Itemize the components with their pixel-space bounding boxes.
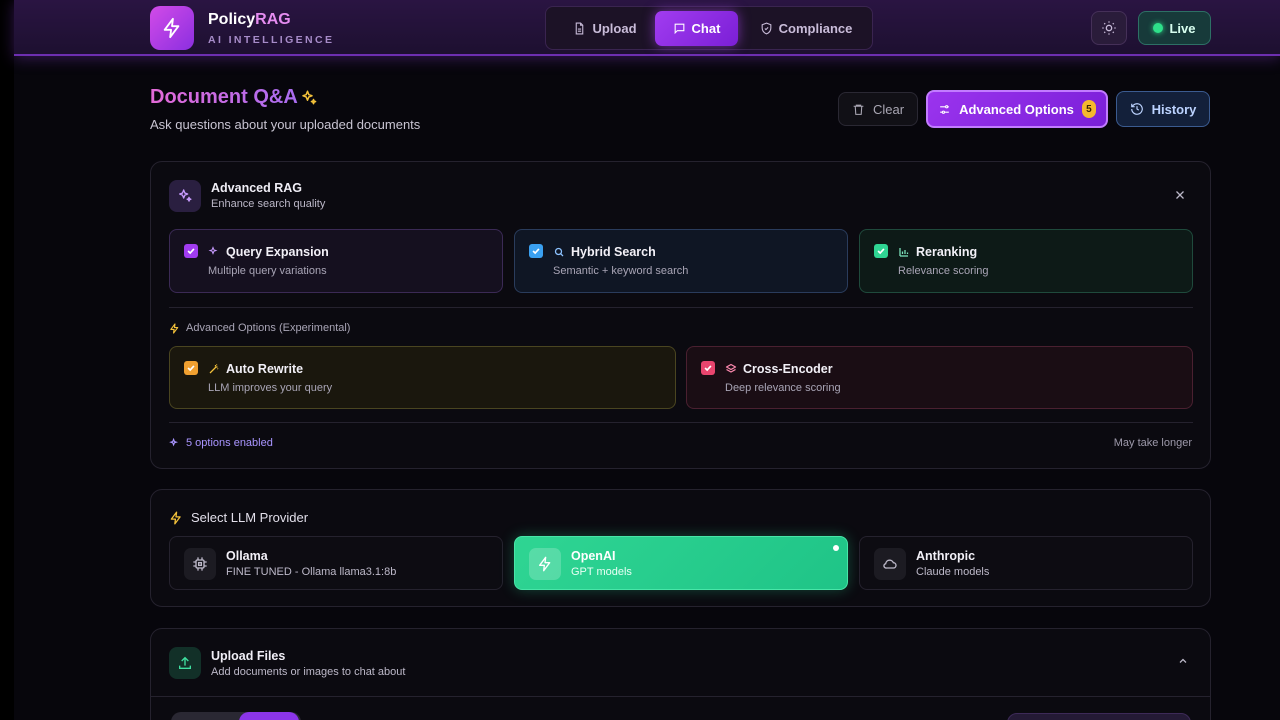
live-dot-icon (1153, 23, 1164, 33)
check-icon (704, 365, 712, 372)
theme-toggle-button[interactable] (1091, 11, 1127, 45)
brand-tagline: AI INTELLIGENCE (208, 34, 335, 46)
provider-name: OpenAI (571, 549, 616, 563)
top-header: PolicyRAG AI INTELLIGENCE Upload Chat Co… (14, 0, 1280, 56)
sparkles-icon (179, 189, 192, 202)
selected-dot-icon (833, 545, 839, 551)
upload-title: Upload Files (211, 649, 286, 663)
provider-desc: FINE TUNED - Ollama llama3.1:8b (226, 566, 397, 578)
tab-upload[interactable]: Upload (556, 11, 654, 46)
option-title: Reranking (916, 245, 978, 259)
llm-title: Select LLM Provider (169, 510, 308, 525)
divider (151, 696, 1210, 697)
main-nav: Upload Chat Compliance (545, 6, 873, 50)
clear-button[interactable]: Clear (838, 92, 918, 126)
layers-icon (725, 363, 737, 373)
bar-chart-icon (899, 248, 909, 257)
bolt-icon (163, 17, 180, 39)
divider (169, 422, 1193, 423)
bolt-icon (170, 322, 179, 334)
option-desc: Relevance scoring (898, 265, 989, 277)
provider-name: Ollama (226, 549, 268, 563)
advanced-options-button[interactable]: Advanced Options 5 (926, 90, 1108, 128)
mode-toggle-active (239, 712, 299, 720)
page-subtitle: Ask questions about your uploaded docume… (150, 117, 421, 132)
upload-subtitle: Add documents or images to chat about (211, 666, 406, 678)
close-panel-button[interactable] (1171, 186, 1189, 204)
advanced-rag-panel: Advanced RAG Enhance search quality Quer… (150, 161, 1211, 469)
rag-subtitle: Enhance search quality (211, 198, 326, 210)
rag-icon-box (169, 180, 201, 212)
check-icon (877, 248, 885, 255)
divider (169, 307, 1193, 308)
provider-ollama[interactable]: Ollama FINE TUNED - Ollama llama3.1:8b (169, 536, 503, 590)
left-edge (0, 0, 14, 720)
hybrid-search-checkbox[interactable] (529, 244, 543, 258)
upload-icon (179, 656, 191, 669)
trash-icon (853, 104, 864, 115)
option-title: Auto Rewrite (226, 362, 304, 376)
option-desc: LLM improves your query (208, 382, 333, 394)
option-desc: Multiple query variations (208, 265, 327, 277)
option-cross-encoder[interactable]: Cross-Encoder Deep relevance scoring (686, 346, 1193, 409)
close-icon (1176, 191, 1184, 199)
chevron-up-icon[interactable] (1177, 655, 1189, 667)
cross-encoder-checkbox[interactable] (701, 361, 715, 375)
rag-title: Advanced RAG (211, 181, 302, 195)
option-title: Cross-Encoder (743, 362, 833, 376)
options-enabled-label: 5 options enabled (169, 437, 273, 449)
sparkles-icon (208, 246, 218, 255)
logo[interactable] (150, 6, 194, 50)
provider-name: Anthropic (916, 549, 976, 563)
brand-name: PolicyRAG (208, 11, 291, 28)
llm-provider-panel: Select LLM Provider Ollama FINE TUNED - … (150, 489, 1211, 607)
provider-openai[interactable]: OpenAI GPT models (514, 536, 848, 590)
search-icon (554, 247, 564, 257)
tab-compliance[interactable]: Compliance (746, 11, 866, 46)
reranking-checkbox[interactable] (874, 244, 888, 258)
check-icon (187, 365, 195, 372)
chat-icon (674, 23, 684, 35)
query-expansion-checkbox[interactable] (184, 244, 198, 258)
bolt-icon (539, 556, 551, 572)
history-button[interactable]: History (1116, 91, 1210, 127)
option-reranking[interactable]: Reranking Relevance scoring (859, 229, 1193, 293)
live-status-button[interactable]: Live (1138, 11, 1211, 45)
cpu-icon (193, 557, 207, 571)
option-auto-rewrite[interactable]: Auto Rewrite LLM improves your query (169, 346, 676, 409)
bolt-icon (170, 511, 181, 524)
upload-icon-box (169, 647, 201, 679)
option-query-expansion[interactable]: Query Expansion Multiple query variation… (169, 229, 503, 293)
provider-desc: GPT models (571, 566, 632, 578)
history-icon (1130, 103, 1143, 115)
option-hybrid-search[interactable]: Hybrid Search Semantic + keyword search (514, 229, 848, 293)
tab-chat[interactable]: Chat (655, 11, 738, 46)
sparkles-icon (169, 437, 179, 446)
upload-panel: Upload Files Add documents or images to … (150, 628, 1211, 720)
warning-label: May take longer (1113, 437, 1192, 449)
option-desc: Semantic + keyword search (553, 265, 689, 277)
provider-anthropic[interactable]: Anthropic Claude models (859, 536, 1193, 590)
sun-icon (1102, 21, 1116, 35)
shield-icon (761, 22, 772, 35)
auto-rewrite-checkbox[interactable] (184, 361, 198, 375)
sliders-icon (940, 104, 949, 114)
provider-desc: Claude models (916, 566, 990, 578)
check-icon (187, 248, 195, 255)
options-count-badge: 5 (1081, 100, 1096, 118)
check-icon (532, 248, 540, 255)
file-icon (576, 22, 584, 35)
experimental-label: Advanced Options (Experimental) (169, 322, 350, 334)
mode-toggle[interactable] (171, 712, 301, 720)
page-title: Document Q&A (150, 86, 298, 108)
magic-wand-icon (209, 364, 219, 374)
option-title: Query Expansion (226, 245, 329, 259)
option-title: Hybrid Search (571, 245, 656, 259)
sparkles-icon (302, 90, 317, 105)
cloud-icon (883, 559, 897, 569)
upload-action-pill[interactable] (1007, 713, 1191, 720)
option-desc: Deep relevance scoring (725, 382, 841, 394)
